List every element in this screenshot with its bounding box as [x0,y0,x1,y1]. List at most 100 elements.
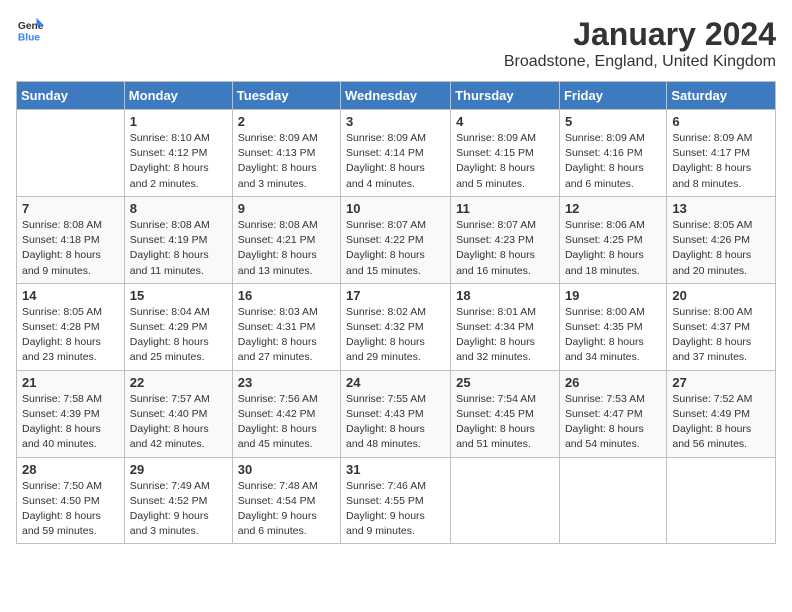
month-year-title: January 2024 [504,16,776,53]
calendar-day-cell: 10Sunrise: 8:07 AMSunset: 4:22 PMDayligh… [341,196,451,283]
day-of-week-header: Wednesday [341,82,451,110]
calendar-day-cell: 23 Sunrise: 7:56 AMSunset: 4:42 PMDayligh… [232,370,340,457]
day-info: Sunrise: 8:09 AMSunset: 4:17 PMDaylight:… [672,131,770,192]
day-number: 19 [565,288,661,303]
day-info: Sunrise: 8:01 AMSunset: 4:34 PMDaylight:… [456,305,554,366]
calendar-day-cell: 17Sunrise: 8:02 AMSunset: 4:32 PMDayligh… [341,283,451,370]
calendar-day-cell: 3 Sunrise: 8:09 AMSunset: 4:14 PMDaylight… [341,110,451,197]
calendar-day-cell: 1Sunrise: 8:10 AMSunset: 4:12 PMDaylight… [124,110,232,197]
day-info: Sunrise: 8:02 AMSunset: 4:32 PMDaylight:… [346,305,445,366]
calendar-header-row: SundayMondayTuesdayWednesdayThursdayFrid… [17,82,776,110]
day-number: 7 [22,201,119,216]
calendar-day-cell [667,457,776,544]
calendar-day-cell: 27 Sunrise: 7:52 AMSunset: 4:49 PMDayligh… [667,370,776,457]
day-of-week-header: Sunday [17,82,125,110]
calendar-day-cell: 31Sunrise: 7:46 AMSunset: 4:55 PMDayligh… [341,457,451,544]
calendar-day-cell: 29 Sunrise: 7:49 AMSunset: 4:52 PMDayligh… [124,457,232,544]
calendar-day-cell: 20 Sunrise: 8:00 AMSunset: 4:37 PMDayligh… [667,283,776,370]
day-info: Sunrise: 8:09 AMSunset: 4:15 PMDaylight:… [456,131,554,192]
day-number: 25 [456,375,554,390]
day-info: Sunrise: 7:49 AMSunset: 4:52 PMDaylight:… [130,479,227,540]
day-number: 9 [238,201,335,216]
day-of-week-header: Saturday [667,82,776,110]
calendar-day-cell: 8Sunrise: 8:08 AMSunset: 4:19 PMDaylight… [124,196,232,283]
day-info: Sunrise: 8:07 AMSunset: 4:23 PMDaylight:… [456,218,554,279]
day-info: Sunrise: 7:56 AMSunset: 4:42 PMDaylight:… [238,392,335,453]
day-info: Sunrise: 8:10 AMSunset: 4:12 PMDaylight:… [130,131,227,192]
page-header: General Blue January 2024 Broadstone, En… [16,16,776,71]
day-info: Sunrise: 7:55 AMSunset: 4:43 PMDaylight:… [346,392,445,453]
day-info: Sunrise: 8:08 AMSunset: 4:19 PMDaylight:… [130,218,227,279]
calendar-week-row: 1Sunrise: 8:10 AMSunset: 4:12 PMDaylight… [17,110,776,197]
day-info: Sunrise: 7:52 AMSunset: 4:49 PMDaylight:… [672,392,770,453]
logo-icon: General Blue [16,16,44,44]
day-info: Sunrise: 7:53 AMSunset: 4:47 PMDaylight:… [565,392,661,453]
day-number: 12 [565,201,661,216]
day-number: 3 [346,114,445,129]
calendar-week-row: 28 Sunrise: 7:50 AMSunset: 4:50 PMDayligh… [17,457,776,544]
day-number: 23 [238,375,335,390]
day-number: 27 [672,375,770,390]
day-info: Sunrise: 8:08 AMSunset: 4:21 PMDaylight:… [238,218,335,279]
day-info: Sunrise: 7:50 AMSunset: 4:50 PMDaylight:… [22,479,119,540]
day-number: 22 [130,375,227,390]
day-of-week-header: Thursday [451,82,560,110]
calendar-day-cell: 22 Sunrise: 7:57 AMSunset: 4:40 PMDayligh… [124,370,232,457]
day-number: 6 [672,114,770,129]
day-info: Sunrise: 8:04 AMSunset: 4:29 PMDaylight:… [130,305,227,366]
calendar-day-cell: 30Sunrise: 7:48 AMSunset: 4:54 PMDayligh… [232,457,340,544]
day-of-week-header: Monday [124,82,232,110]
calendar-day-cell [17,110,125,197]
calendar-week-row: 14 Sunrise: 8:05 AMSunset: 4:28 PMDayligh… [17,283,776,370]
day-info: Sunrise: 7:57 AMSunset: 4:40 PMDaylight:… [130,392,227,453]
calendar-day-cell: 7 Sunrise: 8:08 AMSunset: 4:18 PMDaylight… [17,196,125,283]
calendar-day-cell: 21 Sunrise: 7:58 AMSunset: 4:39 PMDayligh… [17,370,125,457]
day-number: 16 [238,288,335,303]
calendar-week-row: 21 Sunrise: 7:58 AMSunset: 4:39 PMDayligh… [17,370,776,457]
day-info: Sunrise: 8:09 AMSunset: 4:14 PMDaylight:… [346,131,445,192]
day-info: Sunrise: 8:00 AMSunset: 4:35 PMDaylight:… [565,305,661,366]
calendar-table: SundayMondayTuesdayWednesdayThursdayFrid… [16,81,776,544]
day-info: Sunrise: 7:58 AMSunset: 4:39 PMDaylight:… [22,392,119,453]
calendar-day-cell: 11 Sunrise: 8:07 AMSunset: 4:23 PMDayligh… [451,196,560,283]
day-number: 14 [22,288,119,303]
day-info: Sunrise: 8:03 AMSunset: 4:31 PMDaylight:… [238,305,335,366]
day-number: 20 [672,288,770,303]
day-number: 28 [22,462,119,477]
calendar-day-cell: 9 Sunrise: 8:08 AMSunset: 4:21 PMDaylight… [232,196,340,283]
day-number: 15 [130,288,227,303]
calendar-day-cell [451,457,560,544]
day-number: 18 [456,288,554,303]
calendar-day-cell: 14 Sunrise: 8:05 AMSunset: 4:28 PMDayligh… [17,283,125,370]
calendar-day-cell: 25 Sunrise: 7:54 AMSunset: 4:45 PMDayligh… [451,370,560,457]
day-info: Sunrise: 8:00 AMSunset: 4:37 PMDaylight:… [672,305,770,366]
calendar-day-cell: 12Sunrise: 8:06 AMSunset: 4:25 PMDayligh… [559,196,666,283]
calendar-day-cell: 26 Sunrise: 7:53 AMSunset: 4:47 PMDayligh… [559,370,666,457]
day-number: 30 [238,462,335,477]
day-number: 13 [672,201,770,216]
calendar-day-cell: 28 Sunrise: 7:50 AMSunset: 4:50 PMDayligh… [17,457,125,544]
calendar-day-cell: 6 Sunrise: 8:09 AMSunset: 4:17 PMDaylight… [667,110,776,197]
day-number: 24 [346,375,445,390]
day-number: 29 [130,462,227,477]
day-info: Sunrise: 8:09 AMSunset: 4:16 PMDaylight:… [565,131,661,192]
calendar-day-cell [559,457,666,544]
logo: General Blue [16,16,44,44]
calendar-day-cell: 15 Sunrise: 8:04 AMSunset: 4:29 PMDayligh… [124,283,232,370]
calendar-day-cell: 24 Sunrise: 7:55 AMSunset: 4:43 PMDayligh… [341,370,451,457]
day-info: Sunrise: 8:05 AMSunset: 4:28 PMDaylight:… [22,305,119,366]
calendar-week-row: 7 Sunrise: 8:08 AMSunset: 4:18 PMDaylight… [17,196,776,283]
calendar-day-cell: 19 Sunrise: 8:00 AMSunset: 4:35 PMDayligh… [559,283,666,370]
day-of-week-header: Friday [559,82,666,110]
day-number: 11 [456,201,554,216]
title-block: January 2024 Broadstone, England, United… [504,16,776,71]
calendar-day-cell: 5Sunrise: 8:09 AMSunset: 4:16 PMDaylight… [559,110,666,197]
day-number: 10 [346,201,445,216]
day-info: Sunrise: 8:09 AMSunset: 4:13 PMDaylight:… [238,131,335,192]
calendar-day-cell: 16 Sunrise: 8:03 AMSunset: 4:31 PMDayligh… [232,283,340,370]
day-number: 26 [565,375,661,390]
day-number: 21 [22,375,119,390]
day-info: Sunrise: 8:08 AMSunset: 4:18 PMDaylight:… [22,218,119,279]
day-info: Sunrise: 7:54 AMSunset: 4:45 PMDaylight:… [456,392,554,453]
day-of-week-header: Tuesday [232,82,340,110]
